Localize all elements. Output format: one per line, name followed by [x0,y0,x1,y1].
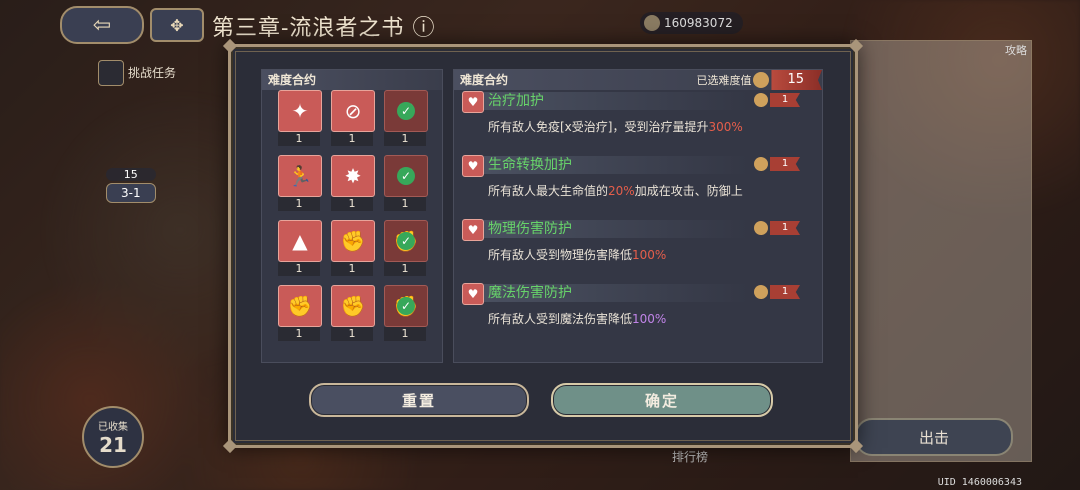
contract-tile[interactable]: ⊘ 1 [331,90,375,146]
currency-display: 160983072 [640,12,743,34]
entry-difficulty-badge: 1 [754,221,800,235]
contract-entry: ♥ 魔法伤害防护 1 所有敌人受到魔法伤害降低100% [462,282,814,327]
entry-difficulty-badge: 1 [754,157,800,171]
rank-label[interactable]: 排行榜 [672,448,708,465]
entry-difficulty-badge: 1 [754,285,800,299]
entry-difficulty-badge: 1 [754,93,800,107]
horn-icon [754,285,768,299]
contract-entry: ♥ 治疗加护 1 所有敌人免疫[x受治疗]，受到治疗量提升300% [462,90,814,135]
stage-detail-panel [850,40,1032,462]
magic-shield-icon: ✊ [340,294,366,318]
info-icon[interactable]: ⓘ [412,16,435,41]
entry-title: 魔法伤害防护 [484,284,748,302]
tile-count: 1 [384,132,426,146]
entry-difficulty-value: 1 [770,221,800,235]
check-icon: ✓ [397,297,415,315]
magic-eye-icon: ♥ [462,283,484,305]
tile-count: 1 [278,197,320,211]
contract-tile[interactable]: ♥✓1 [384,155,428,211]
shield-fist-icon: ♥ [462,219,484,241]
star-burst-icon: ✸ [344,164,362,188]
heal-ban-icon: ⊘ [344,99,362,123]
contract-entry: ♥ 物理伤害防护 1 所有敌人受到物理伤害降低100% [462,218,814,263]
magic-shield-icon: ✊ [287,294,313,318]
contract-tile[interactable]: ✊✓1 [384,285,428,341]
horn-icon [754,157,768,171]
entry-difficulty-value: 1 [770,157,800,171]
stage-name: 3-1 [106,183,156,203]
entry-description: 所有敌人免疫[x受治疗]，受到治疗量提升300% [488,120,743,134]
entry-title: 治疗加护 [484,92,748,110]
boot-up-icon: ▲ [292,229,308,253]
entry-description: 所有敌人受到魔法伤害降低100% [488,312,667,326]
left-panel-header: 难度合约 [262,70,442,90]
contract-entry: ♥ 生命转换加护 1 所有敌人最大生命值的20%加成在攻击、防御上 [462,154,814,199]
selected-difficulty: 已选难度值 15 [696,70,822,90]
entry-title: 生命转换加护 [484,156,748,174]
collected-badge[interactable]: 已收集 21 [82,406,144,468]
back-button[interactable]: ⇦ [60,6,144,44]
entry-difficulty-value: 1 [770,93,800,107]
confirm-button[interactable]: 确定 [551,383,773,417]
contract-tile[interactable]: ✸ 1 [331,155,375,211]
back-arrow-icon: ⇦ [92,12,112,38]
depart-button[interactable]: 出击 [855,418,1013,456]
tile-count: 1 [331,327,373,341]
contract-grid-panel[interactable]: 难度合约 ✦1⊘1♥✓1🏃1✸1♥✓1▲1✊1✊✓1✊1✊1✊✓1 [261,69,443,363]
tile-count: 1 [278,132,320,146]
shield-fist-icon: ✊ [340,229,366,253]
stage-node[interactable]: 15 3-1 [106,168,156,203]
entry-description: 所有敌人最大生命值的20%加成在攻击、防御上 [488,184,743,198]
tile-count: 1 [384,197,426,211]
uid-label: UID 1460006343 [937,477,1022,488]
check-icon: ✓ [397,167,415,185]
horn-icon [753,72,770,88]
check-icon: ✓ [397,232,415,250]
contract-tile[interactable]: ✊ 1 [331,220,375,276]
contract-tile[interactable]: ✊✓1 [384,220,428,276]
scroll-icon [98,60,124,86]
grid-icon: ✥ [170,15,184,35]
check-icon: ✓ [397,102,415,120]
tile-count: 1 [331,132,373,146]
running-figure-icon: 🏃 [287,164,313,188]
entry-title: 物理伤害防护 [484,220,748,238]
entry-difficulty-value: 1 [770,285,800,299]
tile-count: 1 [384,327,426,341]
tile-count: 1 [331,262,373,276]
coin-icon [644,15,660,31]
contract-tile[interactable]: ✊ 1 [331,285,375,341]
contract-tile[interactable]: 🏃 1 [278,155,322,211]
selected-difficulty-value: 15 [771,70,822,90]
heart-swap-icon: ♥ [462,155,484,177]
difficulty-contract-modal: 难度合约 ✦1⊘1♥✓1🏃1✸1♥✓1▲1✊1✊✓1✊1✊1✊✓1 难度合约 已… [222,38,864,454]
heart-shield-icon: ♥ [462,91,484,113]
horn-icon [754,221,768,235]
tile-count: 1 [278,262,320,276]
tile-count: 1 [331,197,373,211]
contract-tile[interactable]: ✊ 1 [278,285,322,341]
horn-icon [754,93,768,107]
contract-tile[interactable]: ▲ 1 [278,220,322,276]
contract-tile[interactable]: ♥✓1 [384,90,428,146]
stage-level: 15 [106,168,156,181]
challenge-task-button[interactable]: 挑战任务 [98,60,186,86]
contract-tile[interactable]: ✦ 1 [278,90,322,146]
reset-button[interactable]: 重置 [309,383,529,417]
guide-label[interactable]: 攻略 [1005,42,1027,58]
map-toggle-button[interactable]: ✥ [150,8,204,42]
tile-count: 1 [278,327,320,341]
contract-detail-panel[interactable]: 难度合约 已选难度值 15 ♥ 治疗加护 1 所有敌人免疫[x受治疗]，受到治疗… [453,69,823,363]
starburst-icon: ✦ [291,99,309,123]
chapter-title: 第三章-流浪者之书 ⓘ [212,16,436,41]
tile-count: 1 [384,262,426,276]
entry-description: 所有敌人受到物理伤害降低100% [488,248,667,262]
